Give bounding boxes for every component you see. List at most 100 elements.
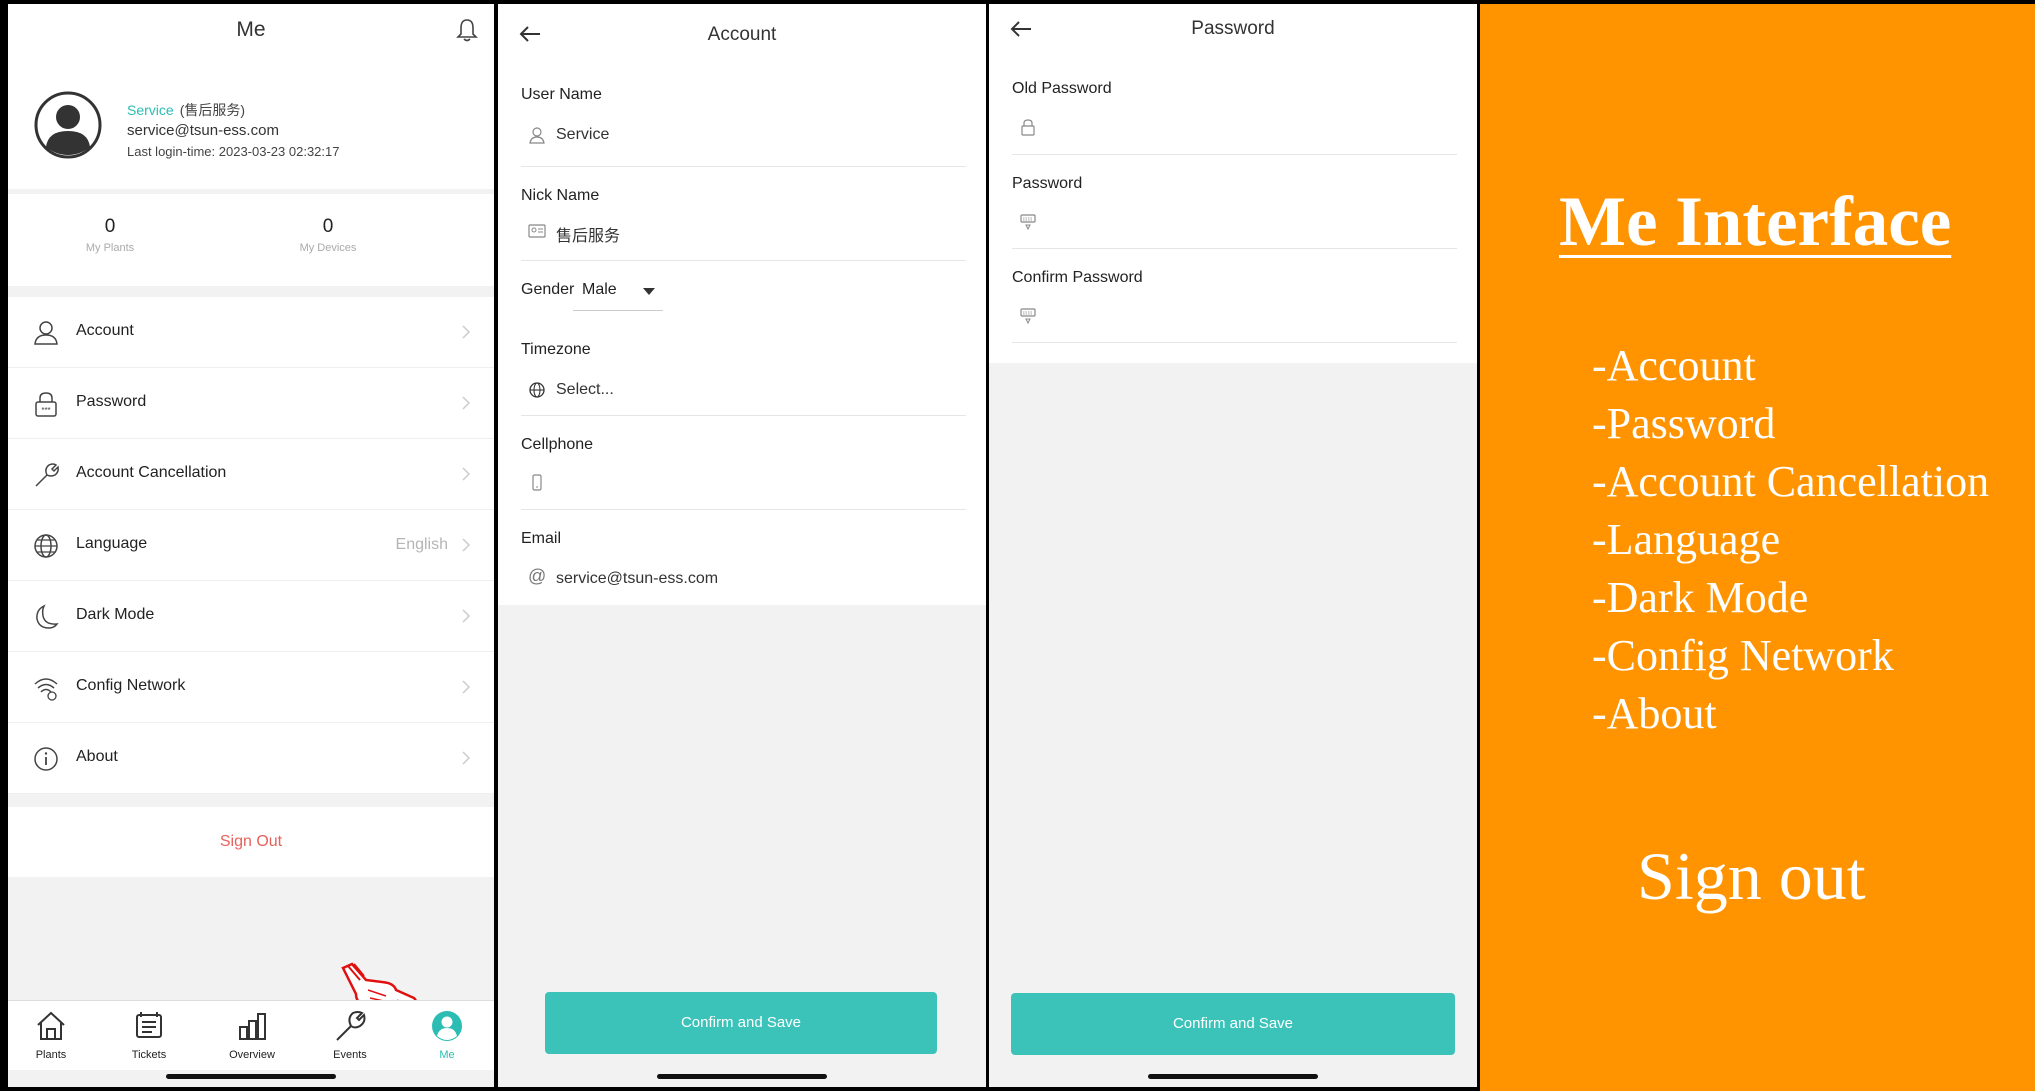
sign-out-button[interactable]: Sign Out — [8, 807, 494, 877]
user-icon — [529, 127, 545, 144]
menu-item-dark-mode[interactable]: Dark Mode — [8, 581, 494, 652]
tab-me[interactable]: Me — [407, 1009, 487, 1061]
menu-item-label: Account — [76, 322, 134, 339]
chevron-right-icon — [462, 396, 471, 410]
keyboard-lock-icon — [1020, 214, 1036, 231]
field-label: Nick Name — [521, 187, 600, 204]
feature-list: -Account -Password -Account Cancellation… — [1592, 337, 1989, 743]
user-name-value: Service — [556, 126, 610, 143]
globe-icon — [34, 534, 58, 558]
tab-label: Overview — [229, 1049, 275, 1061]
menu-item-label: Dark Mode — [76, 606, 155, 623]
confirm-save-button[interactable]: Confirm and Save — [545, 992, 937, 1054]
bell-icon[interactable] — [456, 18, 478, 42]
feature-item: -Config Network — [1592, 631, 1894, 680]
account-form: User Name Service Nick Name 售后服务 Gender … — [498, 66, 986, 605]
menu-item-label: About — [76, 748, 118, 765]
keyboard-lock-icon — [1020, 308, 1036, 325]
field-label: Confirm Password — [1012, 269, 1143, 286]
language-value: English — [395, 536, 448, 553]
chevron-right-icon — [462, 751, 471, 765]
tab-events[interactable]: Events — [310, 1009, 390, 1061]
confirm-password-field[interactable]: Confirm Password — [989, 249, 1477, 343]
home-indicator — [657, 1074, 827, 1079]
dropdown-arrow-icon — [643, 288, 655, 295]
menu-item-language[interactable]: Language English — [8, 510, 494, 581]
id-card-icon — [528, 224, 546, 238]
field-label: Gender — [521, 281, 575, 298]
old-password-field[interactable]: Old Password — [989, 60, 1477, 155]
profile-email: service@tsun-ess.com — [127, 122, 279, 139]
field-label: Password — [1012, 175, 1083, 192]
gender-select[interactable]: Male — [573, 269, 663, 311]
lock-icon — [1021, 119, 1035, 136]
field-label: Cellphone — [521, 436, 594, 453]
home-indicator — [166, 1074, 336, 1079]
nav-bar: Account — [498, 4, 986, 66]
timezone-field[interactable]: Timezone Select... — [498, 321, 986, 416]
profile-username: Service — [127, 102, 174, 118]
tab-label: Events — [333, 1049, 367, 1061]
home-icon — [37, 1011, 65, 1040]
field-label: Old Password — [1012, 80, 1112, 97]
email-field[interactable]: Email @ service@tsun-ess.com — [498, 510, 986, 605]
stat-my-plants[interactable]: 0 My Plants — [30, 216, 190, 254]
gender-value: Male — [582, 281, 617, 298]
wrench-icon — [336, 1011, 366, 1041]
password-form: Old Password Password Confirm Password — [989, 60, 1477, 363]
menu-item-account-cancellation[interactable]: Account Cancellation — [8, 439, 494, 510]
at-icon: @ — [528, 566, 547, 586]
timezone-value: Select... — [556, 381, 614, 398]
nick-name-field[interactable]: Nick Name 售后服务 — [498, 167, 986, 261]
person-icon — [432, 1011, 462, 1041]
tab-tickets[interactable]: Tickets — [109, 1009, 189, 1061]
bar-chart-icon — [239, 1013, 266, 1040]
password-screen: Password Old Password Password Confirm P… — [989, 4, 1477, 1087]
email-value: service@tsun-ess.com — [556, 570, 719, 587]
info-panel: Me Interface -Account -Password -Account… — [1480, 4, 2035, 1091]
new-password-field[interactable]: Password — [989, 155, 1477, 249]
stat-label: My Devices — [299, 242, 357, 254]
profile-nickname: (售后服务) — [179, 102, 246, 118]
profile-header: Me Service (售后服务) service@tsun-ess.com La… — [8, 4, 494, 189]
menu-item-about[interactable]: About — [8, 723, 494, 794]
chevron-right-icon — [462, 538, 471, 552]
field-label: Timezone — [521, 341, 591, 358]
last-login-time: Last login-time: 2023-03-23 02:32:17 — [127, 144, 340, 159]
page-title: Password — [1191, 18, 1275, 39]
globe-icon — [529, 382, 545, 398]
feature-item: -Dark Mode — [1592, 573, 1809, 622]
settings-menu: Account *** Password Account Cancellatio… — [8, 297, 494, 794]
ticket-icon — [136, 1012, 162, 1038]
tab-overview[interactable]: Overview — [212, 1009, 292, 1061]
cellphone-field[interactable]: Cellphone — [498, 416, 986, 510]
stat-value: 0 — [322, 216, 334, 237]
menu-item-password[interactable]: *** Password — [8, 368, 494, 439]
moon-icon — [36, 604, 59, 629]
avatar[interactable] — [34, 91, 102, 159]
svg-text:***: *** — [41, 406, 50, 415]
nav-bar: Password — [989, 4, 1477, 60]
chevron-right-icon — [462, 325, 471, 339]
menu-item-config-network[interactable]: Config Network — [8, 652, 494, 723]
panel-sign-out-text: Sign out — [1637, 838, 1866, 914]
bottom-tab-bar: Plants Tickets Overview Events Me — [8, 1000, 494, 1070]
form-footer — [989, 343, 1477, 363]
stat-value: 0 — [104, 216, 116, 237]
stat-my-devices[interactable]: 0 My Devices — [248, 216, 408, 254]
page-title: Me — [236, 18, 266, 41]
stats-row: 0 My Plants 0 My Devices — [8, 194, 494, 286]
stat-label: My Plants — [85, 242, 135, 254]
chevron-right-icon — [462, 609, 471, 623]
confirm-save-button[interactable]: Confirm and Save — [1011, 993, 1455, 1055]
feature-item: -Account Cancellation — [1592, 457, 1990, 506]
user-name-field[interactable]: User Name Service — [498, 66, 986, 167]
nick-name-value: 售后服务 — [556, 228, 621, 245]
tab-plants[interactable]: Plants — [11, 1009, 91, 1061]
feature-item: -Language — [1592, 515, 1781, 564]
me-screen: Me Service (售后服务) service@tsun-ess.com La… — [8, 4, 494, 1087]
user-icon — [34, 321, 58, 345]
tab-label: Tickets — [131, 1049, 167, 1061]
menu-item-account[interactable]: Account — [8, 297, 494, 368]
tab-label: Me — [439, 1049, 455, 1061]
